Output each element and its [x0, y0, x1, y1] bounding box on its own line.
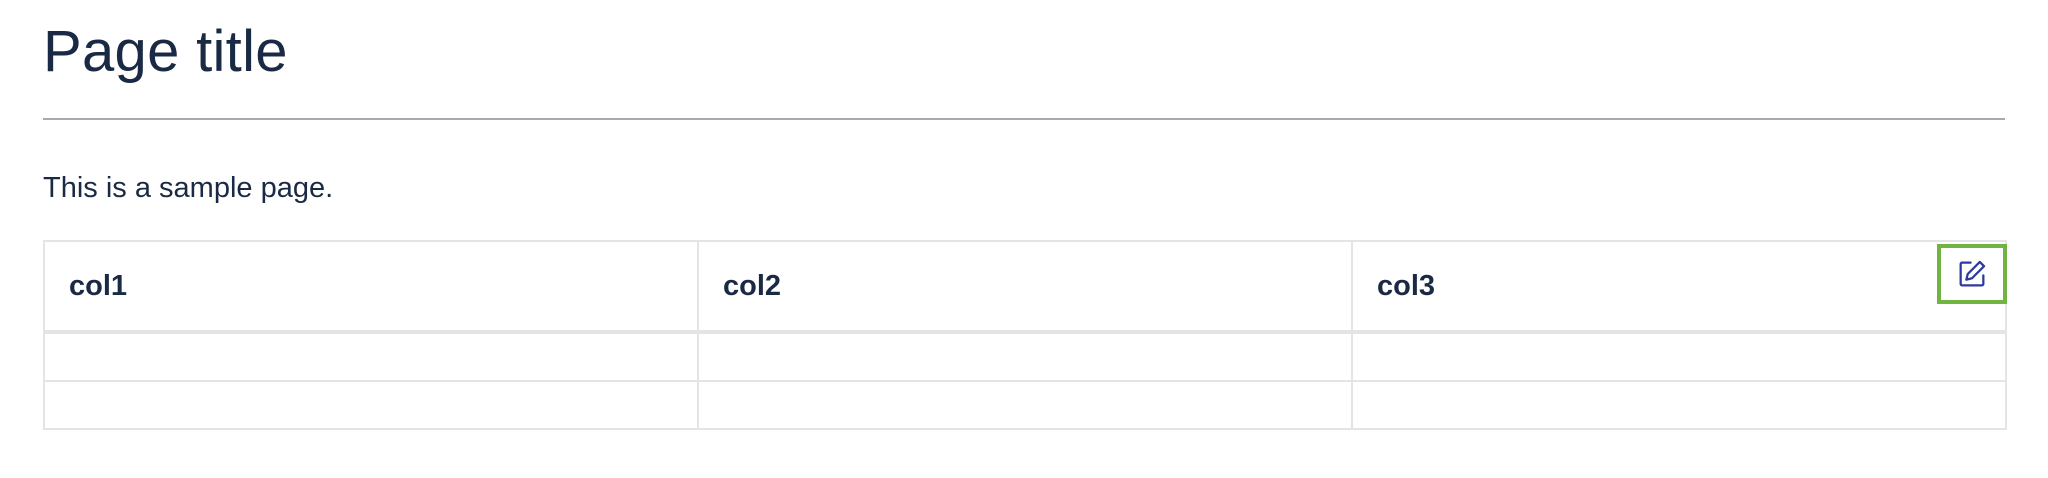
table-cell — [1351, 331, 2007, 382]
edit-icon — [1959, 260, 1986, 287]
table-row — [43, 331, 2007, 382]
column-header-col3-label: col3 — [1377, 269, 1436, 302]
column-header-col3: col3 — [1351, 240, 2007, 334]
page-title: Page title — [43, 19, 288, 84]
table-header-row: col1 col2 col3 — [43, 240, 2007, 334]
table-cell — [697, 380, 1353, 430]
table-cell — [43, 331, 699, 382]
table-row — [43, 380, 2007, 430]
table-cell — [1351, 380, 2007, 430]
edit-button[interactable] — [1937, 244, 2007, 304]
table-cell — [43, 380, 699, 430]
title-divider — [43, 118, 2005, 120]
data-table: col1 col2 col3 — [43, 240, 2007, 430]
intro-text: This is a sample page. — [43, 172, 334, 204]
column-header-col1: col1 — [43, 240, 699, 334]
column-header-col2: col2 — [697, 240, 1353, 334]
table-cell — [697, 331, 1353, 382]
